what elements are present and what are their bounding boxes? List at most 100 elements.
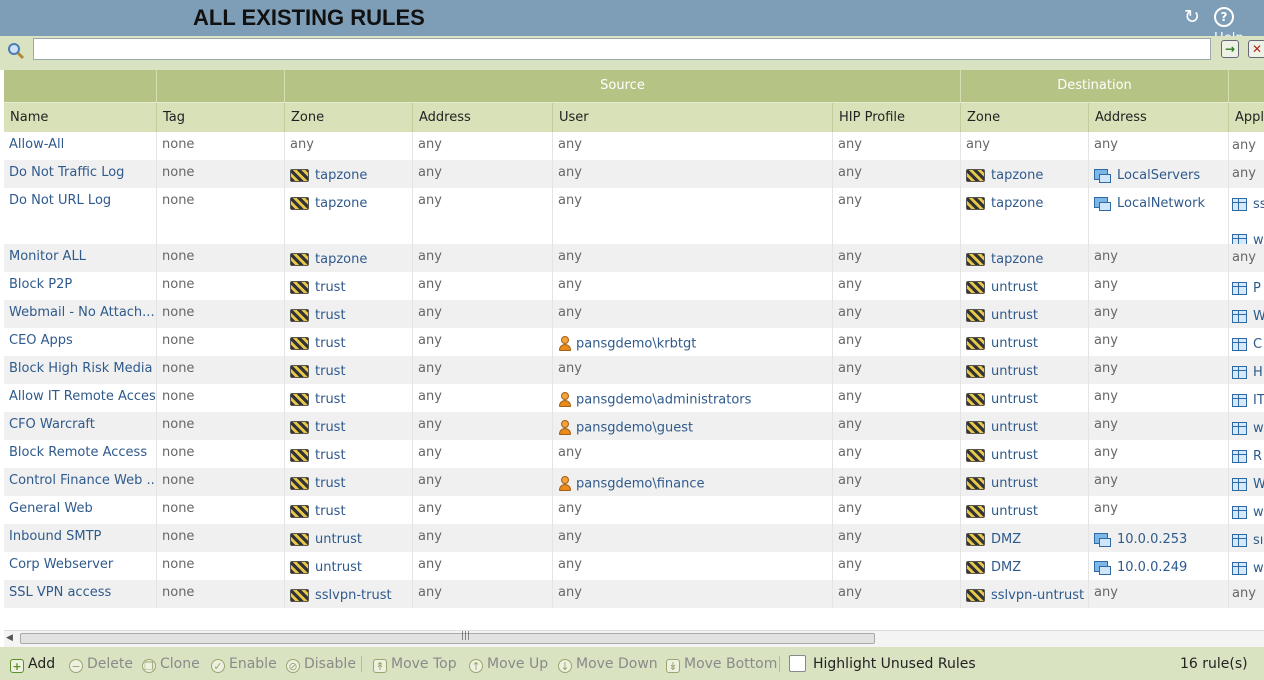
destination-address[interactable]: 10.0.0.253 bbox=[1117, 532, 1187, 547]
source-zone[interactable]: trust bbox=[315, 364, 346, 379]
destination-zone[interactable]: tapzone bbox=[991, 168, 1043, 183]
destination-zone[interactable]: untrust bbox=[991, 420, 1038, 435]
source-zone[interactable]: trust bbox=[315, 336, 346, 351]
source-zone[interactable]: trust bbox=[315, 476, 346, 491]
destination-zone[interactable]: tapzone bbox=[991, 196, 1043, 211]
destination-address[interactable]: LocalNetwork bbox=[1117, 196, 1205, 211]
rule-name-cell[interactable]: Block Remote Access bbox=[4, 440, 157, 468]
rule-name[interactable]: Block P2P bbox=[9, 277, 72, 292]
destination-address[interactable]: LocalServers bbox=[1117, 168, 1200, 183]
source-zone[interactable]: tapzone bbox=[315, 196, 367, 211]
destination-zone[interactable]: untrust bbox=[991, 364, 1038, 379]
rule-name-cell[interactable]: Block High Risk Media bbox=[4, 356, 157, 384]
rule-name[interactable]: SSL VPN access bbox=[9, 585, 111, 600]
destination-zone[interactable]: sslvpn-untrust bbox=[991, 588, 1084, 603]
table-row[interactable]: Block P2P none trust any any any untrust any P bbox=[4, 272, 1264, 300]
application[interactable]: w bbox=[1253, 505, 1264, 520]
destination-zone[interactable]: untrust bbox=[991, 336, 1038, 351]
source-zone[interactable]: untrust bbox=[315, 532, 362, 547]
destination-zone[interactable]: untrust bbox=[991, 392, 1038, 407]
source-user[interactable]: pansgdemo\finance bbox=[576, 477, 705, 492]
table-row[interactable]: Allow IT Remote Access none trust any pansgd… bbox=[4, 384, 1264, 412]
destination-address[interactable]: 10.0.0.249 bbox=[1117, 560, 1187, 575]
col-application[interactable]: Appli bbox=[1229, 103, 1264, 132]
scroll-left-icon[interactable]: ◀ bbox=[6, 633, 13, 643]
destination-zone[interactable]: untrust bbox=[991, 476, 1038, 491]
rule-name-cell[interactable]: Webmail - No Attach... bbox=[4, 300, 157, 328]
table-row[interactable]: Allow-All none any any any any any any any bbox=[4, 132, 1264, 160]
destination-zone[interactable]: DMZ bbox=[991, 532, 1021, 547]
application[interactable]: P bbox=[1253, 281, 1261, 296]
application[interactable]: ss bbox=[1253, 197, 1264, 212]
col-hip-profile[interactable]: HIP Profile bbox=[833, 103, 961, 132]
table-row[interactable]: Inbound SMTP none untrust any any any DMZ 10.0.… bbox=[4, 524, 1264, 552]
table-row[interactable]: General Web none trust any any any untrust any w bbox=[4, 496, 1264, 524]
scrollbar-thumb[interactable]: ||| bbox=[20, 631, 875, 644]
application[interactable]: w bbox=[1253, 421, 1264, 436]
destination-zone[interactable]: untrust bbox=[991, 448, 1038, 463]
col-source-zone[interactable]: Zone bbox=[285, 103, 413, 132]
source-zone[interactable]: tapzone bbox=[315, 168, 367, 183]
rule-name-cell[interactable]: Allow IT Remote Access bbox=[4, 384, 157, 412]
source-user[interactable]: pansgdemo\administrators bbox=[576, 393, 751, 408]
refresh-icon[interactable]: ↻ bbox=[1181, 6, 1203, 28]
rule-name[interactable]: Block High Risk Media bbox=[9, 361, 152, 376]
rule-name[interactable]: Allow IT Remote Access bbox=[9, 389, 156, 404]
application[interactable]: W bbox=[1253, 477, 1264, 492]
destination-zone[interactable]: untrust bbox=[991, 280, 1038, 295]
col-destination-zone[interactable]: Zone bbox=[961, 103, 1089, 132]
table-row[interactable]: Block Remote Access none trust any any any unt… bbox=[4, 440, 1264, 468]
rule-name-cell[interactable]: Do Not Traffic Log bbox=[4, 160, 157, 188]
horizontal-scrollbar[interactable]: ◀ ||| bbox=[4, 630, 1264, 647]
rule-name-cell[interactable]: Corp Webserver bbox=[4, 552, 157, 580]
rule-name-cell[interactable]: SSL VPN access bbox=[4, 580, 157, 608]
table-row[interactable]: Monitor ALL none tapzone any any any tapzone an… bbox=[4, 244, 1264, 272]
table-row[interactable]: CFO Warcraft none trust any pansgdemo\guest a… bbox=[4, 412, 1264, 440]
table-row[interactable]: Do Not Traffic Log none tapzone any any any ta… bbox=[4, 160, 1264, 188]
col-tag[interactable]: Tag bbox=[157, 103, 285, 132]
col-user[interactable]: User bbox=[553, 103, 833, 132]
table-row[interactable]: CEO Apps none trust any pansgdemo\krbtgt any u… bbox=[4, 328, 1264, 356]
application[interactable]: sı bbox=[1253, 533, 1263, 548]
source-zone[interactable]: tapzone bbox=[315, 252, 367, 267]
source-zone[interactable]: sslvpn-trust bbox=[315, 588, 392, 603]
move-up-button[interactable]: ↑ Move Up bbox=[469, 654, 548, 674]
rule-name-cell[interactable]: General Web bbox=[4, 496, 157, 524]
clear-filter-button[interactable]: ✕ bbox=[1248, 40, 1264, 58]
move-down-button[interactable]: ↓ Move Down bbox=[558, 654, 658, 674]
rule-name[interactable]: Webmail - No Attach... bbox=[9, 305, 155, 320]
destination-zone[interactable]: untrust bbox=[991, 504, 1038, 519]
rule-name[interactable]: CFO Warcraft bbox=[9, 417, 95, 432]
enable-button[interactable]: ✓ Enable bbox=[211, 654, 277, 674]
application[interactable]: w bbox=[1253, 233, 1264, 244]
rule-name-cell[interactable]: Allow-All bbox=[4, 132, 157, 160]
rule-name[interactable]: Do Not URL Log bbox=[9, 193, 111, 208]
rule-name[interactable]: CEO Apps bbox=[9, 333, 73, 348]
rule-name-cell[interactable]: CEO Apps bbox=[4, 328, 157, 356]
source-zone[interactable]: trust bbox=[315, 504, 346, 519]
delete-button[interactable]: − Delete bbox=[69, 654, 133, 674]
col-destination-address[interactable]: Address bbox=[1089, 103, 1229, 132]
col-name[interactable]: Name bbox=[4, 103, 157, 132]
add-button[interactable]: + Add bbox=[10, 654, 55, 674]
highlight-unused-checkbox[interactable] bbox=[789, 655, 806, 672]
rule-name[interactable]: Corp Webserver bbox=[9, 557, 113, 572]
destination-zone[interactable]: DMZ bbox=[991, 560, 1021, 575]
source-zone[interactable]: trust bbox=[315, 448, 346, 463]
source-zone[interactable]: untrust bbox=[315, 560, 362, 575]
table-row[interactable]: Block High Risk Media none trust any any any u… bbox=[4, 356, 1264, 384]
source-user[interactable]: pansgdemo\guest bbox=[576, 421, 693, 436]
disable-button[interactable]: ⊘ Disable bbox=[286, 654, 356, 674]
rule-name-cell[interactable]: Inbound SMTP bbox=[4, 524, 157, 552]
source-zone[interactable]: trust bbox=[315, 420, 346, 435]
rule-name-cell[interactable]: Control Finance Web ... bbox=[4, 468, 157, 496]
source-user[interactable]: pansgdemo\krbtgt bbox=[576, 337, 696, 352]
application[interactable]: H bbox=[1253, 365, 1263, 380]
source-zone[interactable]: trust bbox=[315, 392, 346, 407]
table-row[interactable]: SSL VPN access none sslvpn-trust any any any s… bbox=[4, 580, 1264, 608]
application[interactable]: w bbox=[1253, 561, 1264, 576]
destination-zone[interactable]: untrust bbox=[991, 308, 1038, 323]
application[interactable]: R bbox=[1253, 449, 1262, 464]
rule-name[interactable]: Allow-All bbox=[9, 137, 64, 152]
table-row[interactable]: Do Not URL Log none tapzone any any any tapzon… bbox=[4, 188, 1264, 244]
